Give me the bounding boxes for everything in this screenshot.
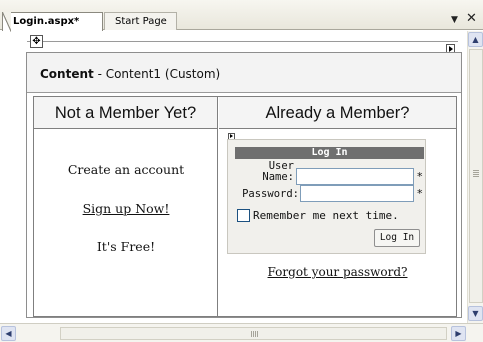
username-label: User Name:: [250, 161, 294, 183]
horizontal-scrollbar[interactable]: ◀ ▶: [0, 323, 483, 342]
tab-start-page[interactable]: Start Page: [104, 12, 177, 30]
create-account-text: Create an account: [67, 162, 185, 177]
not-member-column[interactable]: Not a Member Yet? Create an account Sign…: [34, 97, 218, 316]
layout-table[interactable]: Not a Member Yet? Create an account Sign…: [33, 96, 457, 317]
content-header: Content - Content1 (Custom): [27, 53, 461, 93]
password-field[interactable]: [300, 185, 414, 202]
content-title-bold: Content: [40, 67, 94, 81]
chevron-down-icon[interactable]: ▼: [451, 15, 458, 25]
grip-icon: [251, 331, 259, 337]
password-required-mark: *: [417, 187, 423, 200]
horizontal-scroll-thumb[interactable]: [60, 327, 447, 340]
remember-me-checkbox[interactable]: [237, 209, 250, 222]
design-surface[interactable]: ✥ Content - Content1 (Custom) Not a Memb…: [0, 31, 467, 323]
content-placeholder[interactable]: Content - Content1 (Custom) Not a Member…: [26, 52, 462, 318]
username-field[interactable]: [296, 168, 414, 185]
already-member-column[interactable]: Already a Member? Log In User Name: * Pa…: [219, 97, 456, 316]
sign-up-link[interactable]: Sign up Now!: [34, 201, 218, 216]
close-icon[interactable]: ✕: [466, 11, 477, 26]
already-member-heading: Already a Member?: [219, 97, 456, 129]
vertical-scroll-thumb[interactable]: [469, 49, 483, 303]
document-tab-strip: Login.aspx* Start Page ▼ ✕: [0, 0, 483, 32]
scroll-down-icon[interactable]: ▼: [468, 306, 483, 321]
login-control[interactable]: Log In User Name: * Password: * Remember…: [227, 139, 426, 254]
its-free-text: It's Free!: [96, 239, 156, 254]
move-handle-icon[interactable]: ✥: [30, 35, 43, 48]
grip-icon: [473, 170, 479, 178]
username-required-mark: *: [417, 170, 423, 183]
remember-me-label[interactable]: Remember me next time.: [253, 209, 399, 222]
login-title: Log In: [235, 147, 424, 159]
log-in-button[interactable]: Log In: [374, 229, 420, 247]
forgot-password-link[interactable]: Forgot your password?: [219, 265, 456, 279]
tab-login-aspx[interactable]: Login.aspx*: [2, 12, 103, 32]
not-member-heading: Not a Member Yet?: [34, 97, 217, 129]
password-label: Password:: [242, 188, 299, 200]
content-title-rest: - Content1 (Custom): [93, 67, 221, 81]
username-label-line2: Name:: [262, 171, 294, 183]
scroll-left-icon[interactable]: ◀: [1, 326, 16, 341]
vertical-scrollbar[interactable]: ▲ ▼: [467, 31, 483, 323]
outer-control-border: [27, 41, 458, 42]
scroll-right-icon[interactable]: ▶: [451, 326, 466, 341]
scroll-up-icon[interactable]: ▲: [468, 32, 483, 47]
